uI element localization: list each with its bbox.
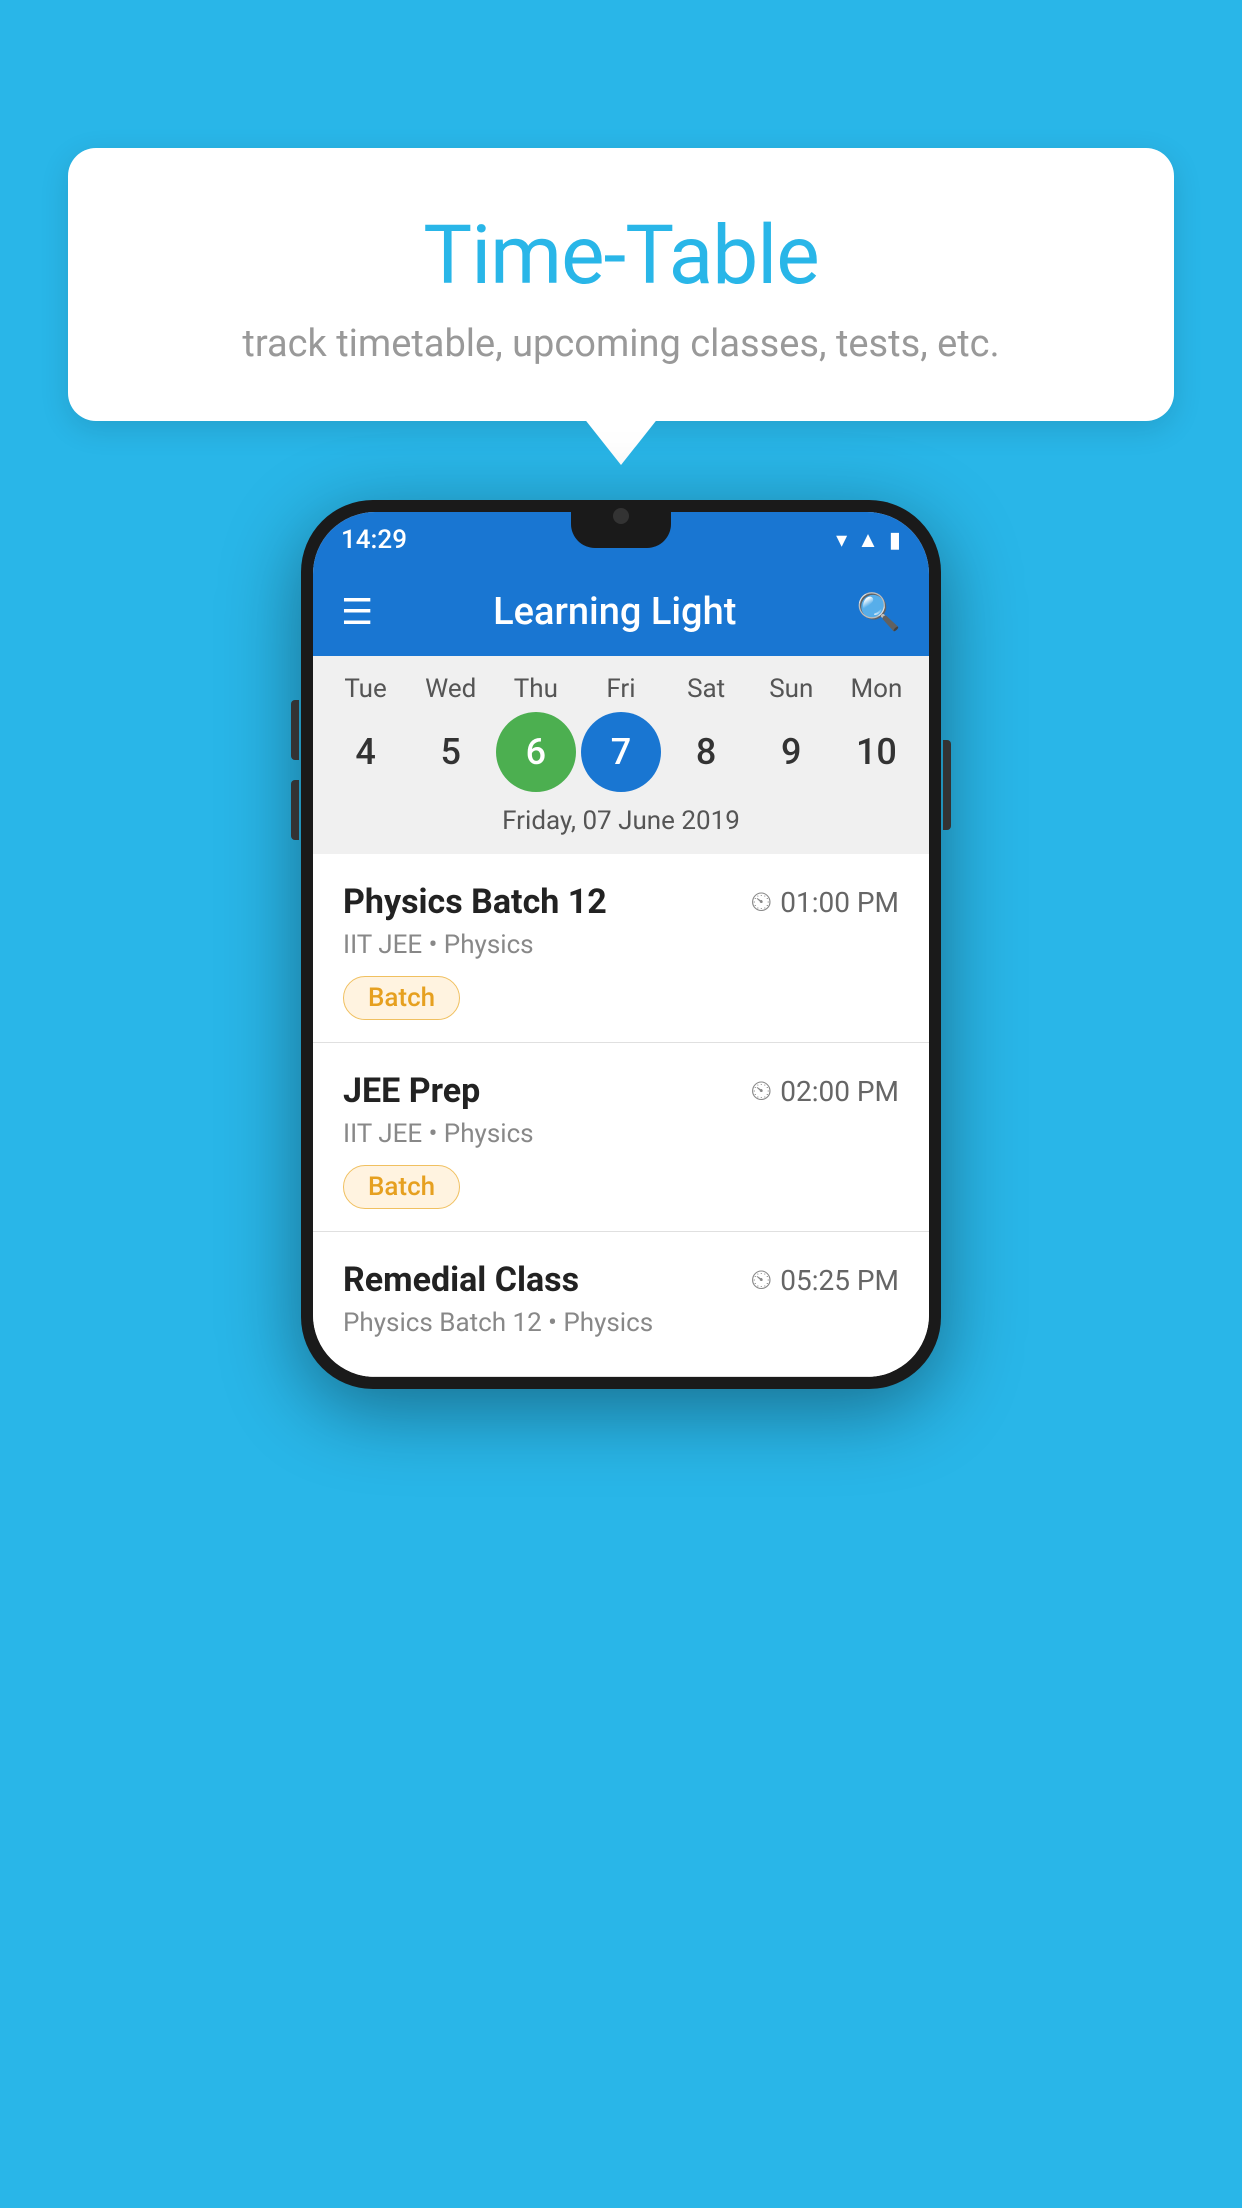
date-6-today[interactable]: 6 xyxy=(496,712,576,792)
class-item-1-header: Physics Batch 12 ⏲ 01:00 PM xyxy=(343,882,899,922)
day-name-wed: Wed xyxy=(411,674,491,704)
class-time-value-3: 05:25 PM xyxy=(780,1264,899,1297)
app-bar-title: Learning Light xyxy=(493,590,736,634)
class-item-2[interactable]: JEE Prep ⏲ 02:00 PM IIT JEE • Physics Ba… xyxy=(313,1043,929,1232)
wifi-icon: ▾ xyxy=(836,528,847,553)
batch-badge-1: Batch xyxy=(343,976,460,1020)
clock-icon-2: ⏲ xyxy=(750,1074,772,1108)
class-meta-3: Physics Batch 12 • Physics xyxy=(343,1308,899,1338)
date-9[interactable]: 9 xyxy=(751,712,831,792)
date-10[interactable]: 10 xyxy=(836,712,916,792)
date-4[interactable]: 4 xyxy=(326,712,406,792)
date-5[interactable]: 5 xyxy=(411,712,491,792)
calendar-strip: Tue Wed Thu Fri Sat Sun Mon 4 5 6 7 8 9 … xyxy=(313,656,929,854)
class-name-3: Remedial Class xyxy=(343,1260,579,1300)
class-meta-2: IIT JEE • Physics xyxy=(343,1119,899,1149)
battery-icon: ▮ xyxy=(889,528,901,553)
day-name-fri: Fri xyxy=(581,674,661,704)
phone-screen: 14:29 ▾ ▲ ▮ ☰ Learning Light 🔍 Tue Wed T… xyxy=(313,512,929,1377)
class-item-2-header: JEE Prep ⏲ 02:00 PM xyxy=(343,1071,899,1111)
day-name-mon: Mon xyxy=(836,674,916,704)
class-item-1[interactable]: Physics Batch 12 ⏲ 01:00 PM IIT JEE • Ph… xyxy=(313,854,929,1043)
tooltip-subtitle: track timetable, upcoming classes, tests… xyxy=(128,322,1114,366)
status-icons: ▾ ▲ ▮ xyxy=(836,527,901,553)
day-name-thu: Thu xyxy=(496,674,576,704)
app-bar: ☰ Learning Light 🔍 xyxy=(313,568,929,656)
class-time-1: ⏲ 01:00 PM xyxy=(750,885,899,919)
tooltip-title: Time-Table xyxy=(128,208,1114,304)
phone-camera xyxy=(613,508,629,524)
volume-up-button xyxy=(291,700,299,760)
clock-icon-3: ⏲ xyxy=(750,1263,772,1297)
class-time-value-1: 01:00 PM xyxy=(780,886,899,919)
class-time-value-2: 02:00 PM xyxy=(780,1075,899,1108)
signal-icon: ▲ xyxy=(857,527,879,553)
tooltip-card: Time-Table track timetable, upcoming cla… xyxy=(68,148,1174,421)
clock-icon-1: ⏲ xyxy=(750,885,772,919)
day-names: Tue Wed Thu Fri Sat Sun Mon xyxy=(313,674,929,704)
class-time-2: ⏲ 02:00 PM xyxy=(750,1074,899,1108)
class-name-1: Physics Batch 12 xyxy=(343,882,607,922)
volume-down-button xyxy=(291,780,299,840)
class-name-2: JEE Prep xyxy=(343,1071,480,1111)
search-icon[interactable]: 🔍 xyxy=(856,591,901,633)
class-meta-1: IIT JEE • Physics xyxy=(343,930,899,960)
hamburger-icon[interactable]: ☰ xyxy=(341,591,373,633)
class-item-3-header: Remedial Class ⏲ 05:25 PM xyxy=(343,1260,899,1300)
day-name-sun: Sun xyxy=(751,674,831,704)
phone-wrapper: 14:29 ▾ ▲ ▮ ☰ Learning Light 🔍 Tue Wed T… xyxy=(301,500,941,1389)
date-7-selected[interactable]: 7 xyxy=(581,712,661,792)
class-time-3: ⏲ 05:25 PM xyxy=(750,1263,899,1297)
class-item-3[interactable]: Remedial Class ⏲ 05:25 PM Physics Batch … xyxy=(313,1232,929,1377)
phone-frame: 14:29 ▾ ▲ ▮ ☰ Learning Light 🔍 Tue Wed T… xyxy=(301,500,941,1389)
selected-date-label: Friday, 07 June 2019 xyxy=(313,792,929,844)
day-name-tue: Tue xyxy=(326,674,406,704)
power-button xyxy=(943,740,951,830)
day-name-sat: Sat xyxy=(666,674,746,704)
day-numbers: 4 5 6 7 8 9 10 xyxy=(313,712,929,792)
batch-badge-2: Batch xyxy=(343,1165,460,1209)
date-8[interactable]: 8 xyxy=(666,712,746,792)
status-time: 14:29 xyxy=(341,525,407,555)
